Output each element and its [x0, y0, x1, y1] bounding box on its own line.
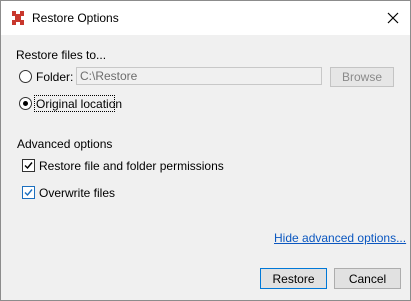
close-icon: [387, 12, 399, 24]
close-button[interactable]: [376, 1, 410, 35]
restore-options-dialog: Restore Options Restore files to... Fold…: [0, 0, 411, 301]
restore-to-heading: Restore files to...: [16, 48, 107, 62]
overwrite-label: Overwrite files: [39, 186, 116, 200]
checkmark-icon: [24, 162, 33, 170]
cancel-button[interactable]: Cancel: [334, 268, 401, 289]
browse-button[interactable]: Browse: [330, 67, 394, 87]
original-location-label: Original location: [36, 97, 123, 111]
permissions-label: Restore file and folder permissions: [39, 159, 224, 173]
restore-button[interactable]: Restore: [260, 268, 327, 289]
checkmark-icon: [24, 189, 33, 197]
advanced-options-heading: Advanced options: [17, 137, 113, 151]
overwrite-checkbox[interactable]: [22, 186, 35, 199]
title-bar: Restore Options: [1, 1, 410, 35]
folder-path-input[interactable]: C:\Restore: [76, 67, 322, 85]
app-logo-icon: [10, 10, 26, 26]
folder-label: Folder:: [36, 70, 74, 84]
window-title: Restore Options: [32, 11, 119, 25]
folder-radio[interactable]: [19, 70, 32, 83]
hide-advanced-options-link[interactable]: Hide advanced options...: [274, 231, 406, 245]
permissions-checkbox[interactable]: [22, 159, 35, 172]
original-location-radio[interactable]: [19, 97, 32, 110]
